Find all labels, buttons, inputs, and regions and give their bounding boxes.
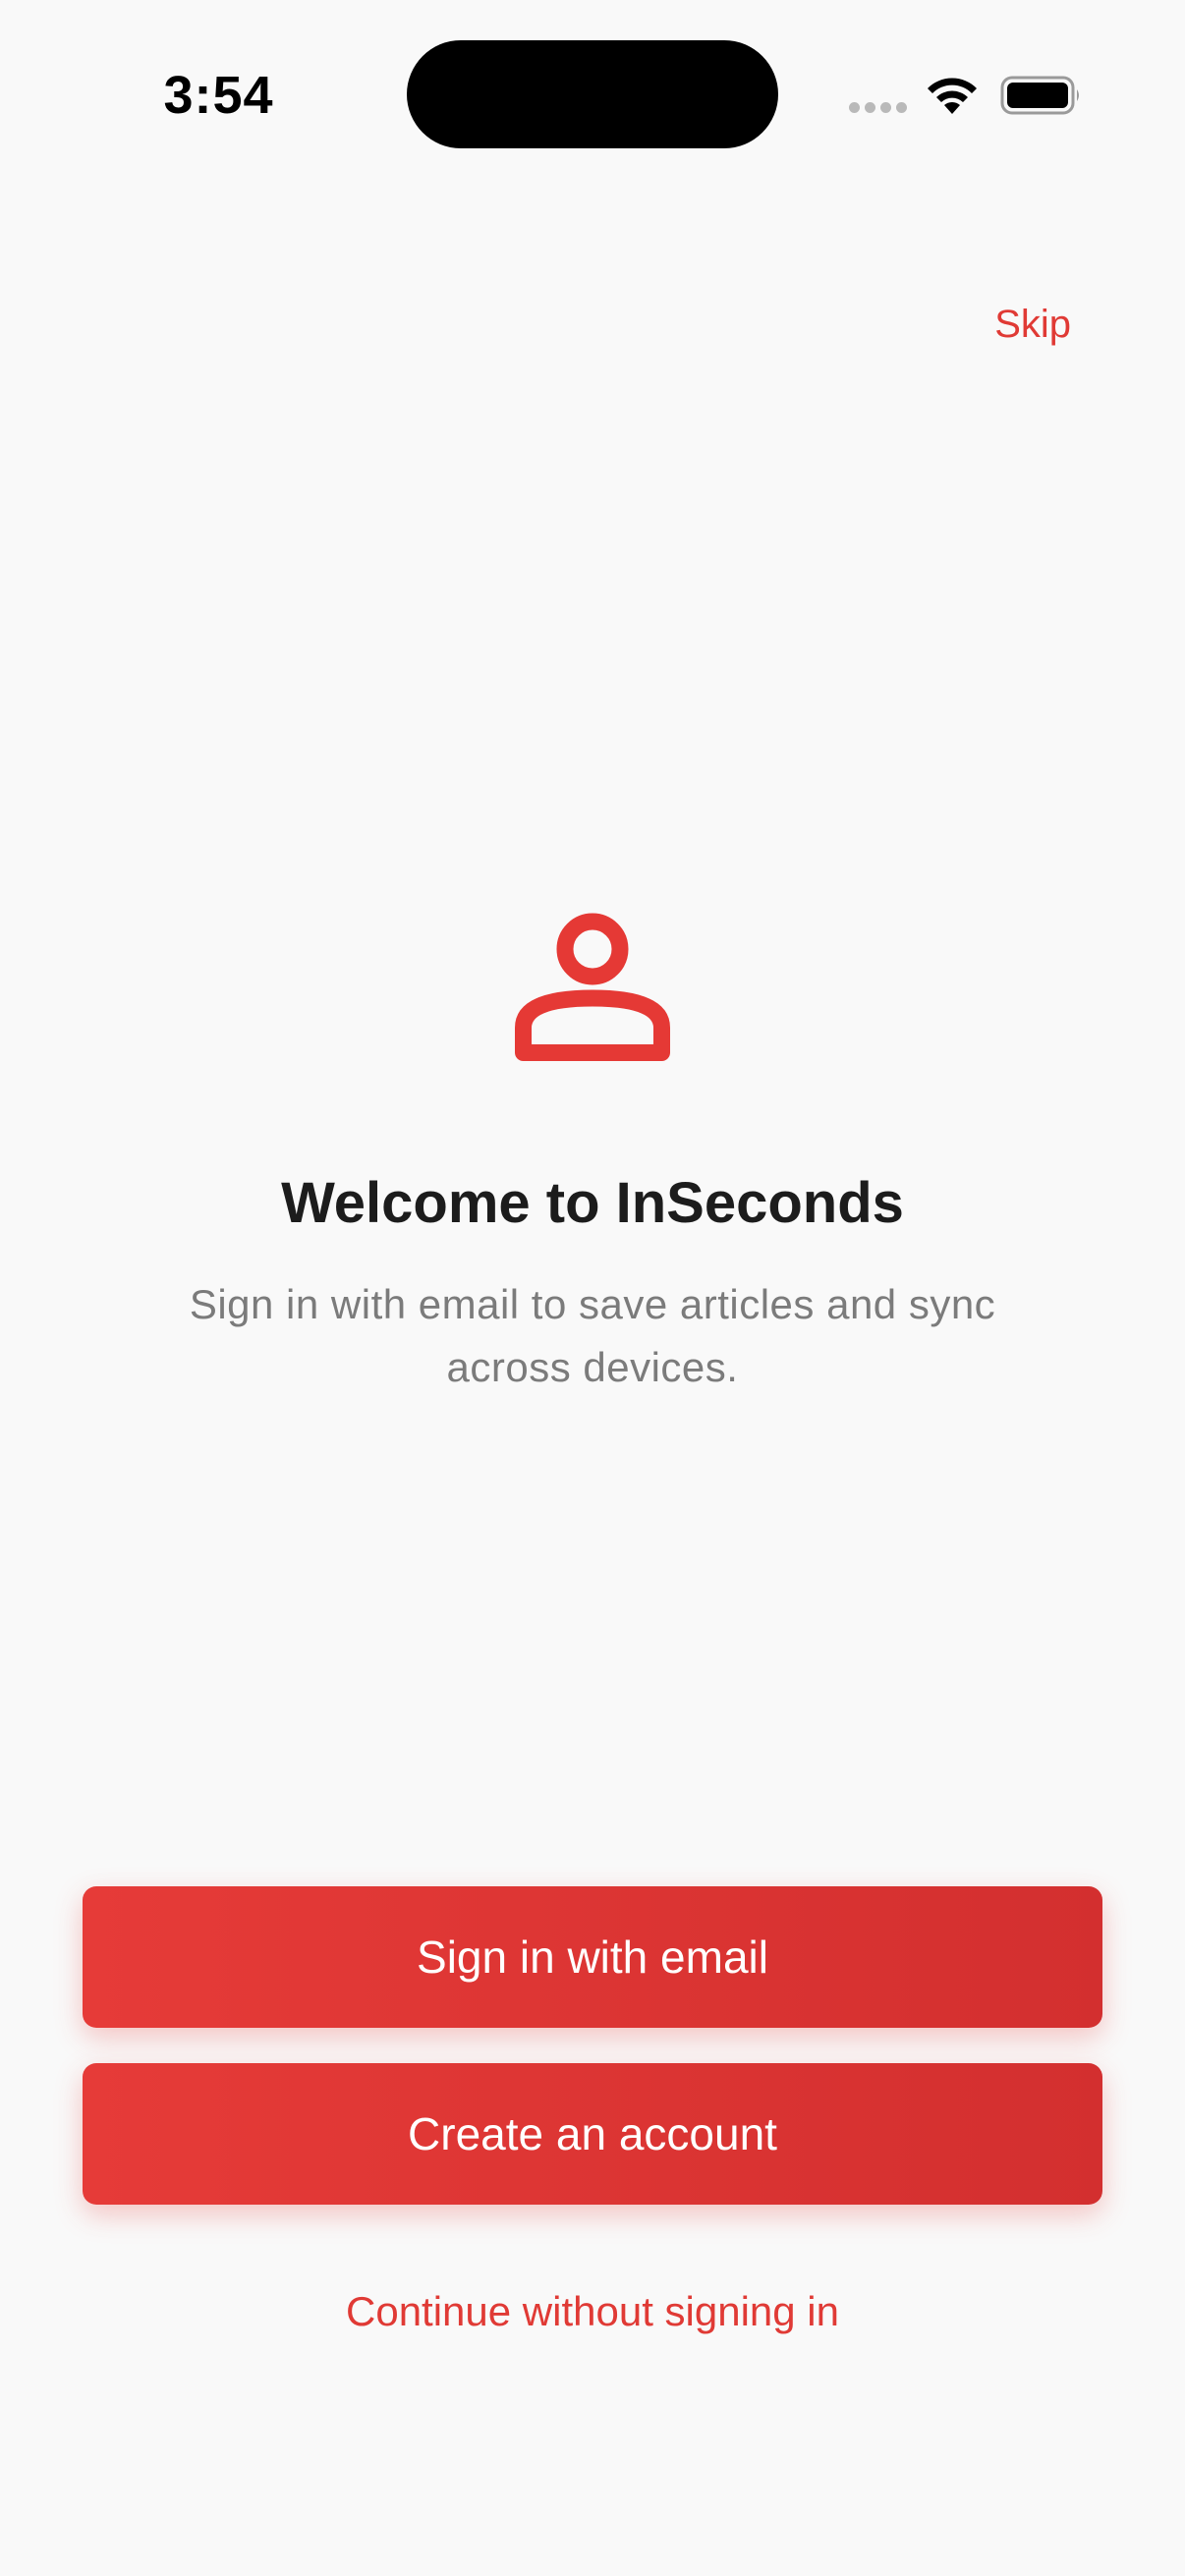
skip-button[interactable]: Skip [943, 295, 1071, 354]
person-icon [515, 913, 670, 1061]
status-bar: 3:54 [0, 0, 1185, 196]
dynamic-island [407, 40, 778, 148]
status-time: 3:54 [163, 66, 274, 125]
welcome-subtitle: Sign in with email to save articles and … [189, 1281, 996, 1390]
sign-in-with-email-button[interactable]: Sign in with email [83, 1886, 1102, 2028]
wifi-icon [928, 78, 977, 114]
continue-without-signing-in-link[interactable]: Continue without signing in [0, 2277, 1185, 2346]
cellular-signal-icon [849, 102, 908, 114]
welcome-title: Welcome to InSeconds [281, 1171, 904, 1235]
battery-icon [1000, 76, 1079, 115]
create-account-button[interactable]: Create an account [83, 2063, 1102, 2205]
